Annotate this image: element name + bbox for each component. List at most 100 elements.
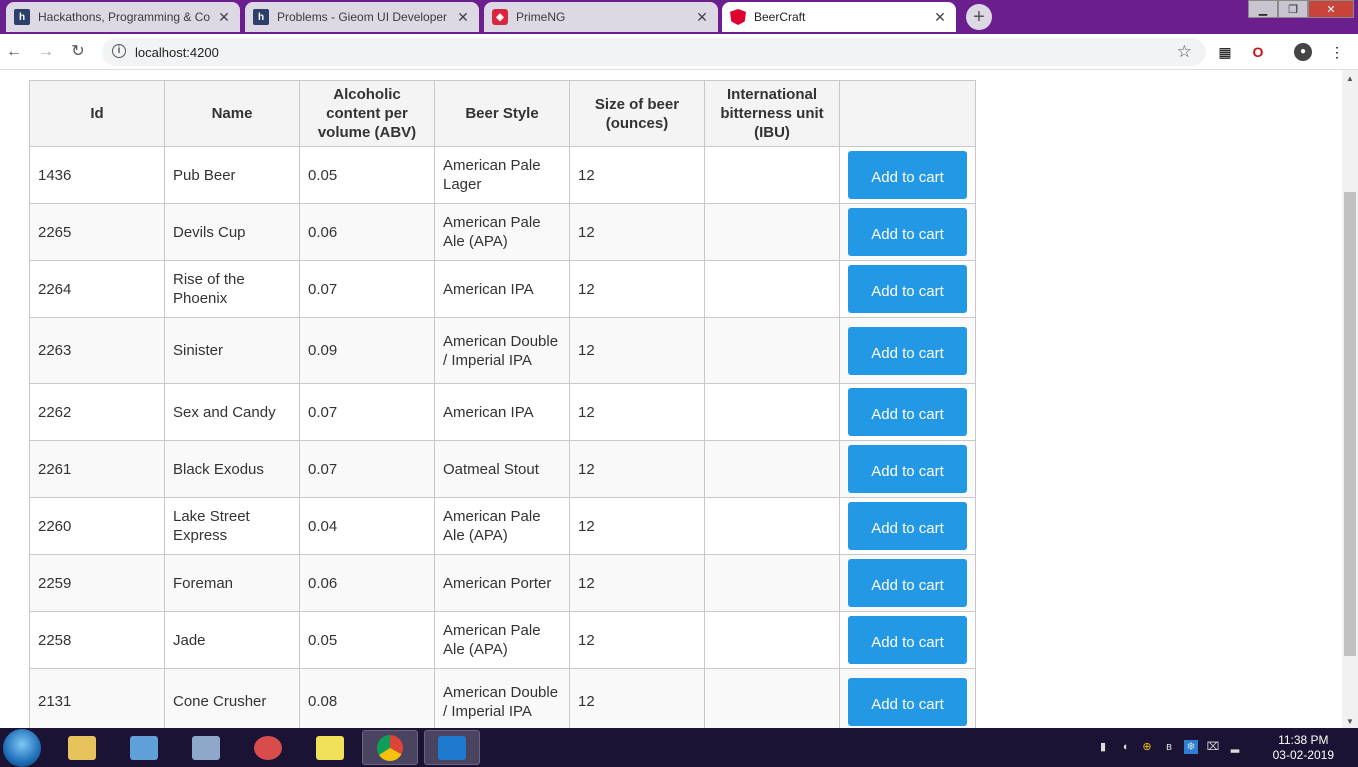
forward-icon[interactable]: →: [36, 42, 56, 62]
cell-style: American Pale Lager: [434, 146, 570, 204]
vscode-icon: [438, 735, 466, 760]
header-name: Name: [164, 80, 300, 147]
start-button[interactable]: [3, 729, 41, 767]
beer-table: Id Name Alcoholic content per volume (AB…: [29, 80, 976, 728]
close-window-button[interactable]: ✕: [1308, 0, 1354, 18]
profile-avatar[interactable]: ●: [1294, 43, 1312, 61]
cell-name: Sinister: [164, 317, 300, 384]
maximize-button[interactable]: ❐: [1278, 0, 1308, 18]
close-icon[interactable]: ✕: [216, 9, 232, 26]
cell-ibu: [704, 497, 840, 555]
scroll-down-icon[interactable]: ▼: [1346, 717, 1354, 726]
page-content: Id Name Alcoholic content per volume (AB…: [0, 70, 1342, 728]
snowflake-icon[interactable]: ❄: [1184, 740, 1198, 754]
snipping-tool-app[interactable]: [240, 730, 296, 765]
add-to-cart-button[interactable]: Add to cart: [848, 388, 967, 436]
cell-ibu: [704, 611, 840, 669]
plus-icon[interactable]: ⊕: [1140, 740, 1154, 754]
add-to-cart-button[interactable]: Add to cart: [848, 151, 967, 199]
cell-style: American Double / Imperial IPA: [434, 317, 570, 384]
reload-icon[interactable]: ↻: [68, 42, 88, 62]
header-actions: [839, 80, 976, 147]
close-icon[interactable]: ✕: [932, 9, 948, 26]
tab-title: PrimeNG: [516, 10, 566, 24]
browser-tab-hackathons[interactable]: h Hackathons, Programming & Co ✕: [6, 2, 240, 32]
angular-icon: [730, 9, 746, 25]
cell-ounces: 12: [569, 668, 705, 728]
scrollbar-thumb[interactable]: [1344, 192, 1356, 656]
folder-icon: [68, 735, 96, 760]
vscode-app[interactable]: [424, 730, 480, 765]
bookmark-star-icon[interactable]: ☆: [1177, 42, 1192, 62]
add-to-cart-button[interactable]: Add to cart: [848, 445, 967, 493]
control-panel-app[interactable]: [116, 730, 172, 765]
add-to-cart-button[interactable]: Add to cart: [848, 208, 967, 256]
cell-id: 2260: [29, 497, 165, 555]
url-text: localhost:4200: [135, 45, 219, 60]
window-controls: ▁ ❐ ✕: [1248, 0, 1354, 18]
menu-icon[interactable]: ⋮: [1328, 43, 1346, 61]
cell-id: 2131: [29, 668, 165, 728]
cell-style: American Pale Ale (APA): [434, 203, 570, 261]
system-clock[interactable]: 11:38 PM 03-02-2019: [1273, 733, 1334, 763]
table-row: 2131 Cone Crusher 0.08 American Double / Im…: [29, 668, 976, 728]
keyboard-app[interactable]: [178, 730, 234, 765]
minimize-button[interactable]: ▁: [1248, 0, 1278, 18]
tab-title: BeerCraft: [754, 10, 806, 24]
cell-ibu: [704, 260, 840, 318]
cell-abv: 0.07: [299, 440, 435, 498]
battery-icon[interactable]: ▮: [1096, 740, 1110, 754]
cell-ibu: [704, 554, 840, 612]
extension-icon[interactable]: ▦: [1216, 43, 1234, 61]
scroll-up-icon[interactable]: ▲: [1346, 74, 1354, 83]
cell-action: Add to cart: [839, 440, 976, 498]
info-icon[interactable]: i: [112, 44, 126, 58]
cell-abv: 0.04: [299, 497, 435, 555]
browser-tab-problems[interactable]: h Problems - Gieom UI Developer ✕: [245, 2, 479, 32]
table-row: 2261 Black Exodus 0.07 Oatmeal Stout 12 Add t…: [29, 440, 976, 498]
chrome-app[interactable]: [362, 730, 418, 765]
keyboard-icon: [192, 735, 220, 760]
cell-ibu: [704, 317, 840, 384]
sticky-notes-app[interactable]: [302, 730, 358, 765]
add-to-cart-button[interactable]: Add to cart: [848, 502, 967, 550]
browser-titlebar: h Hackathons, Programming & Co ✕ h Probl…: [0, 0, 1358, 34]
cell-id: 2258: [29, 611, 165, 669]
address-bar[interactable]: i localhost:4200 ☆: [102, 38, 1206, 66]
sticky-notes-icon: [316, 735, 344, 760]
add-to-cart-button[interactable]: Add to cart: [848, 265, 967, 313]
cell-action: Add to cart: [839, 203, 976, 261]
cell-abv: 0.05: [299, 611, 435, 669]
cell-abv: 0.05: [299, 146, 435, 204]
add-to-cart-button[interactable]: Add to cart: [848, 559, 967, 607]
cell-name: Lake Street Express: [164, 497, 300, 555]
cell-action: Add to cart: [839, 146, 976, 204]
opera-icon[interactable]: O: [1249, 43, 1267, 61]
add-to-cart-button[interactable]: Add to cart: [848, 677, 967, 726]
close-icon[interactable]: ✕: [694, 9, 710, 26]
cell-ibu: [704, 440, 840, 498]
close-icon[interactable]: ✕: [455, 9, 471, 26]
table-row: 2258 Jade 0.05 American Pale Ale (APA) 12 Add…: [29, 611, 976, 669]
table-row: 2263 Sinister 0.09 American Double / Imperi…: [29, 317, 976, 384]
cell-ounces: 12: [569, 611, 705, 669]
table-row: 2264 Rise of the Phoenix 0.07 American IPA 1…: [29, 260, 976, 318]
add-to-cart-button[interactable]: Add to cart: [848, 326, 967, 375]
cell-abv: 0.06: [299, 554, 435, 612]
cell-ounces: 12: [569, 260, 705, 318]
browser-tab-primeng[interactable]: ◈ PrimeNG ✕: [484, 2, 718, 32]
windows-taskbar: ▮ ◖ ⊕ ʙ ❄ ⌧ ▂ 11:38 PM 03-02-2019: [0, 728, 1358, 767]
table-header-row: Id Name Alcoholic content per volume (AB…: [29, 80, 976, 147]
network-icon[interactable]: ⌧: [1206, 740, 1220, 754]
volume-icon[interactable]: ◖: [1118, 740, 1132, 754]
browser-tab-beercraft[interactable]: BeerCraft ✕: [722, 2, 956, 32]
new-tab-button[interactable]: +: [966, 4, 992, 30]
signal-icon[interactable]: ▂: [1228, 740, 1242, 754]
back-icon[interactable]: ←: [4, 42, 24, 62]
explorer-app[interactable]: [54, 730, 110, 765]
table-row: 2260 Lake Street Express 0.04 American Pale…: [29, 497, 976, 555]
add-to-cart-button[interactable]: Add to cart: [848, 616, 967, 664]
bluetooth-icon[interactable]: ʙ: [1162, 740, 1176, 754]
table-row: 2259 Foreman 0.06 American Porter 12 Add to c…: [29, 554, 976, 612]
page-scrollbar[interactable]: ▲ ▼: [1342, 70, 1358, 728]
